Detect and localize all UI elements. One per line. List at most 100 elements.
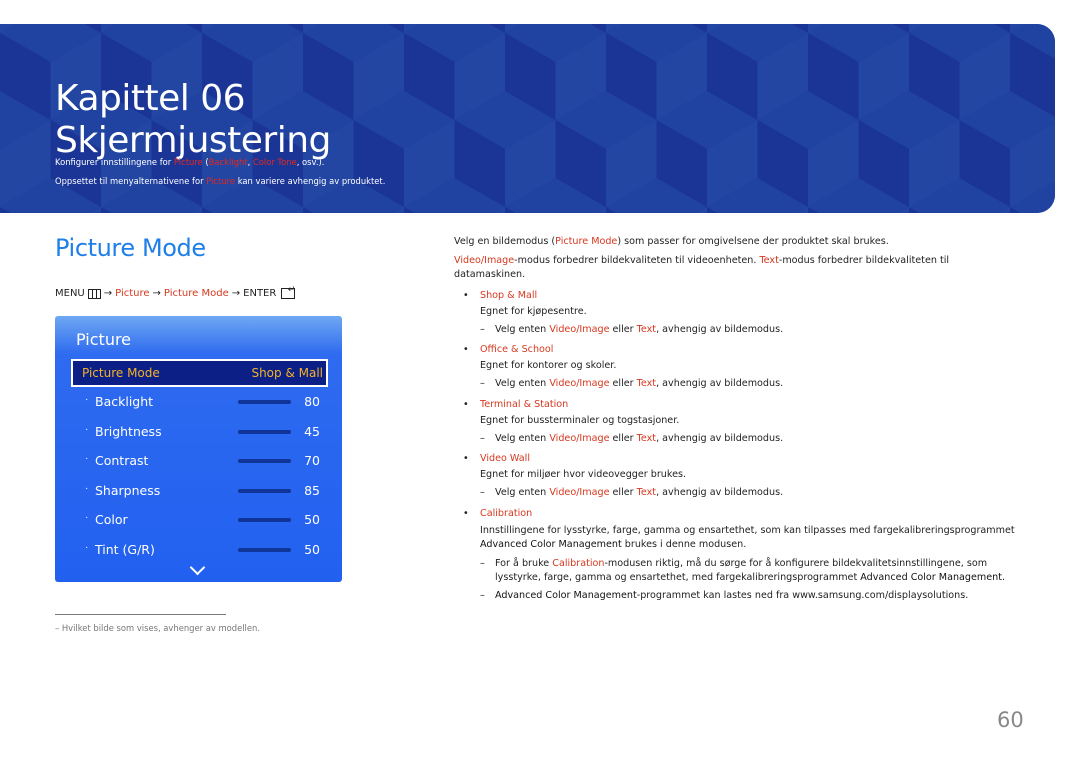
bullet-icon: • (463, 399, 469, 410)
bullet-icon: · (85, 482, 89, 494)
arrow-icon: → (103, 288, 113, 299)
text: eller (609, 378, 637, 389)
picture-mode-term: Picture Mode (555, 236, 618, 247)
video-image-term: Video/Image (549, 324, 610, 335)
text: Velg enten (495, 378, 550, 389)
chapter-banner: Kapittel 06 Skjermjustering Konfigurer i… (0, 24, 1055, 213)
bullet-icon: • (463, 344, 469, 355)
osd-setting-row[interactable]: · Tint (G/R) 50 (55, 540, 342, 560)
osd-setting-value: 80 (304, 394, 320, 409)
arrow-icon: → (152, 288, 161, 299)
text: eller (609, 487, 637, 498)
acm-term: Advanced Color Management (860, 572, 1002, 583)
osd-setting-slider[interactable] (238, 518, 291, 523)
banner-description-1: Konfigurer innstillingene for Picture (B… (55, 157, 324, 167)
osd-setting-slider[interactable] (238, 400, 291, 404)
mode-title: Office & School (480, 344, 554, 355)
menu-path: MENU → Picture → Picture Mode → ENTER (55, 285, 296, 299)
dash-icon: – (480, 558, 485, 569)
osd-setting-slider[interactable] (238, 548, 291, 552)
osd-setting-value: 50 (304, 542, 320, 557)
osd-setting-row[interactable]: · Contrast 70 (55, 451, 342, 471)
bullet-icon: • (463, 290, 469, 301)
video-image-term: Video/Image (454, 255, 515, 266)
calibration-note-1: For å bruke Calibration-modusen riktig, … (495, 557, 1040, 585)
calibration-note-2: Advanced Color Management-programmet kan… (495, 589, 968, 603)
osd-picture-mode-row[interactable]: Picture Mode Shop & Mall (71, 359, 328, 387)
video-image-term: Video/Image (549, 433, 610, 444)
text: , avhengig av bildemodus. (656, 487, 784, 498)
text: -modus forbedrer bildekvaliteten til vid… (514, 255, 760, 266)
section-title: Picture Mode (55, 234, 206, 262)
text: . (1002, 572, 1006, 583)
picture-link: Picture (115, 288, 150, 299)
text: Innstillingene for lysstyrke, farge, gam… (480, 525, 1015, 536)
backlight-term: Backlight (208, 157, 248, 167)
chevron-down-icon[interactable] (189, 559, 206, 576)
mode-description: Innstillingene for lysstyrke, farge, gam… (480, 524, 1040, 552)
video-image-term: Video/Image (549, 378, 610, 389)
enter-icon (281, 285, 296, 299)
bullet-icon: • (463, 508, 469, 519)
text: kan variere avhengig av produktet. (235, 176, 386, 186)
bullet-icon: · (85, 512, 89, 524)
text: , osv.). (296, 157, 325, 167)
osd-setting-row[interactable]: · Color 50 (55, 510, 342, 530)
picture-term: Picture (173, 157, 203, 167)
text: datamaskinen. (454, 269, 526, 280)
video-image-term: Video/Image (549, 487, 610, 498)
picture-osd-menu: Picture Picture Mode Shop & Mall · Backli… (55, 316, 342, 582)
osd-setting-row[interactable]: · Backlight 80 (55, 392, 342, 412)
osd-setting-value: 50 (304, 512, 320, 528)
osd-setting-slider[interactable] (238, 459, 291, 464)
footnote-divider (55, 614, 226, 615)
mode-note: Velg enten Video/Image eller Text, avhen… (495, 487, 783, 498)
mode-title: Terminal & Station (480, 399, 569, 410)
mode-title: Video Wall (480, 453, 531, 464)
menu-label: MENU (55, 288, 85, 299)
osd-setting-label: Sharpness (95, 482, 161, 498)
chapter-title: Skjermjustering (55, 120, 331, 161)
text-term: Text (636, 378, 657, 389)
mode-title: Calibration (480, 508, 533, 519)
bullet-icon: • (463, 453, 469, 464)
bullet-icon: · (85, 394, 89, 405)
osd-picture-mode-value: Shop & Mall (251, 366, 323, 380)
text: Velg enten (495, 487, 550, 498)
footnote: – Hvilket bilde som vises, avhenger av m… (55, 623, 261, 633)
mode-note: Velg enten Video/Image eller Text, avhen… (495, 324, 783, 335)
picture-term: Picture (206, 176, 236, 186)
osd-setting-value: 45 (304, 423, 320, 439)
enter-label: ENTER (243, 288, 277, 299)
mode-description: Egnet for kjøpesentre. (480, 306, 587, 317)
text: , avhengig av bildemodus. (656, 433, 784, 444)
text: brukes i denne modusen. (621, 539, 747, 550)
text-term: Text (636, 487, 657, 498)
mode-description: Egnet for bussterminaler og togstasjoner… (480, 415, 680, 426)
osd-setting-slider[interactable] (238, 488, 291, 493)
text: For å bruke (495, 558, 553, 569)
text: Velg enten (495, 433, 550, 444)
mode-description: Egnet for kontorer og skoler. (480, 360, 617, 371)
text-term: Text (636, 324, 657, 335)
osd-title: Picture (76, 330, 132, 349)
acm-term: Advanced Color Management (480, 539, 622, 550)
osd-setting-row[interactable]: · Brightness 45 (55, 422, 342, 442)
text-term: Text (636, 433, 657, 444)
calibration-term: Calibration (552, 558, 605, 569)
osd-setting-label: Brightness (95, 423, 162, 439)
text: -modusen riktig, må du sørge for å konfi… (604, 558, 988, 569)
bullet-icon: · (85, 423, 89, 435)
dash-icon: – (480, 487, 485, 498)
osd-setting-slider[interactable] (238, 429, 291, 434)
text: Velg en bildemodus ( (454, 236, 556, 247)
dash-icon: – (480, 433, 485, 444)
mode-note: Velg enten Video/Image eller Text, avhen… (495, 433, 783, 444)
text: Oppsettet til menyalternativene for (55, 176, 207, 186)
text-term: Text (759, 255, 779, 266)
text: lysstyrke, farge, gamma og ensartethet, … (495, 572, 861, 583)
osd-setting-row[interactable]: · Sharpness 85 (55, 481, 342, 501)
menu-icon (87, 288, 101, 299)
text: eller (609, 324, 637, 335)
osd-setting-value: 70 (304, 453, 320, 469)
